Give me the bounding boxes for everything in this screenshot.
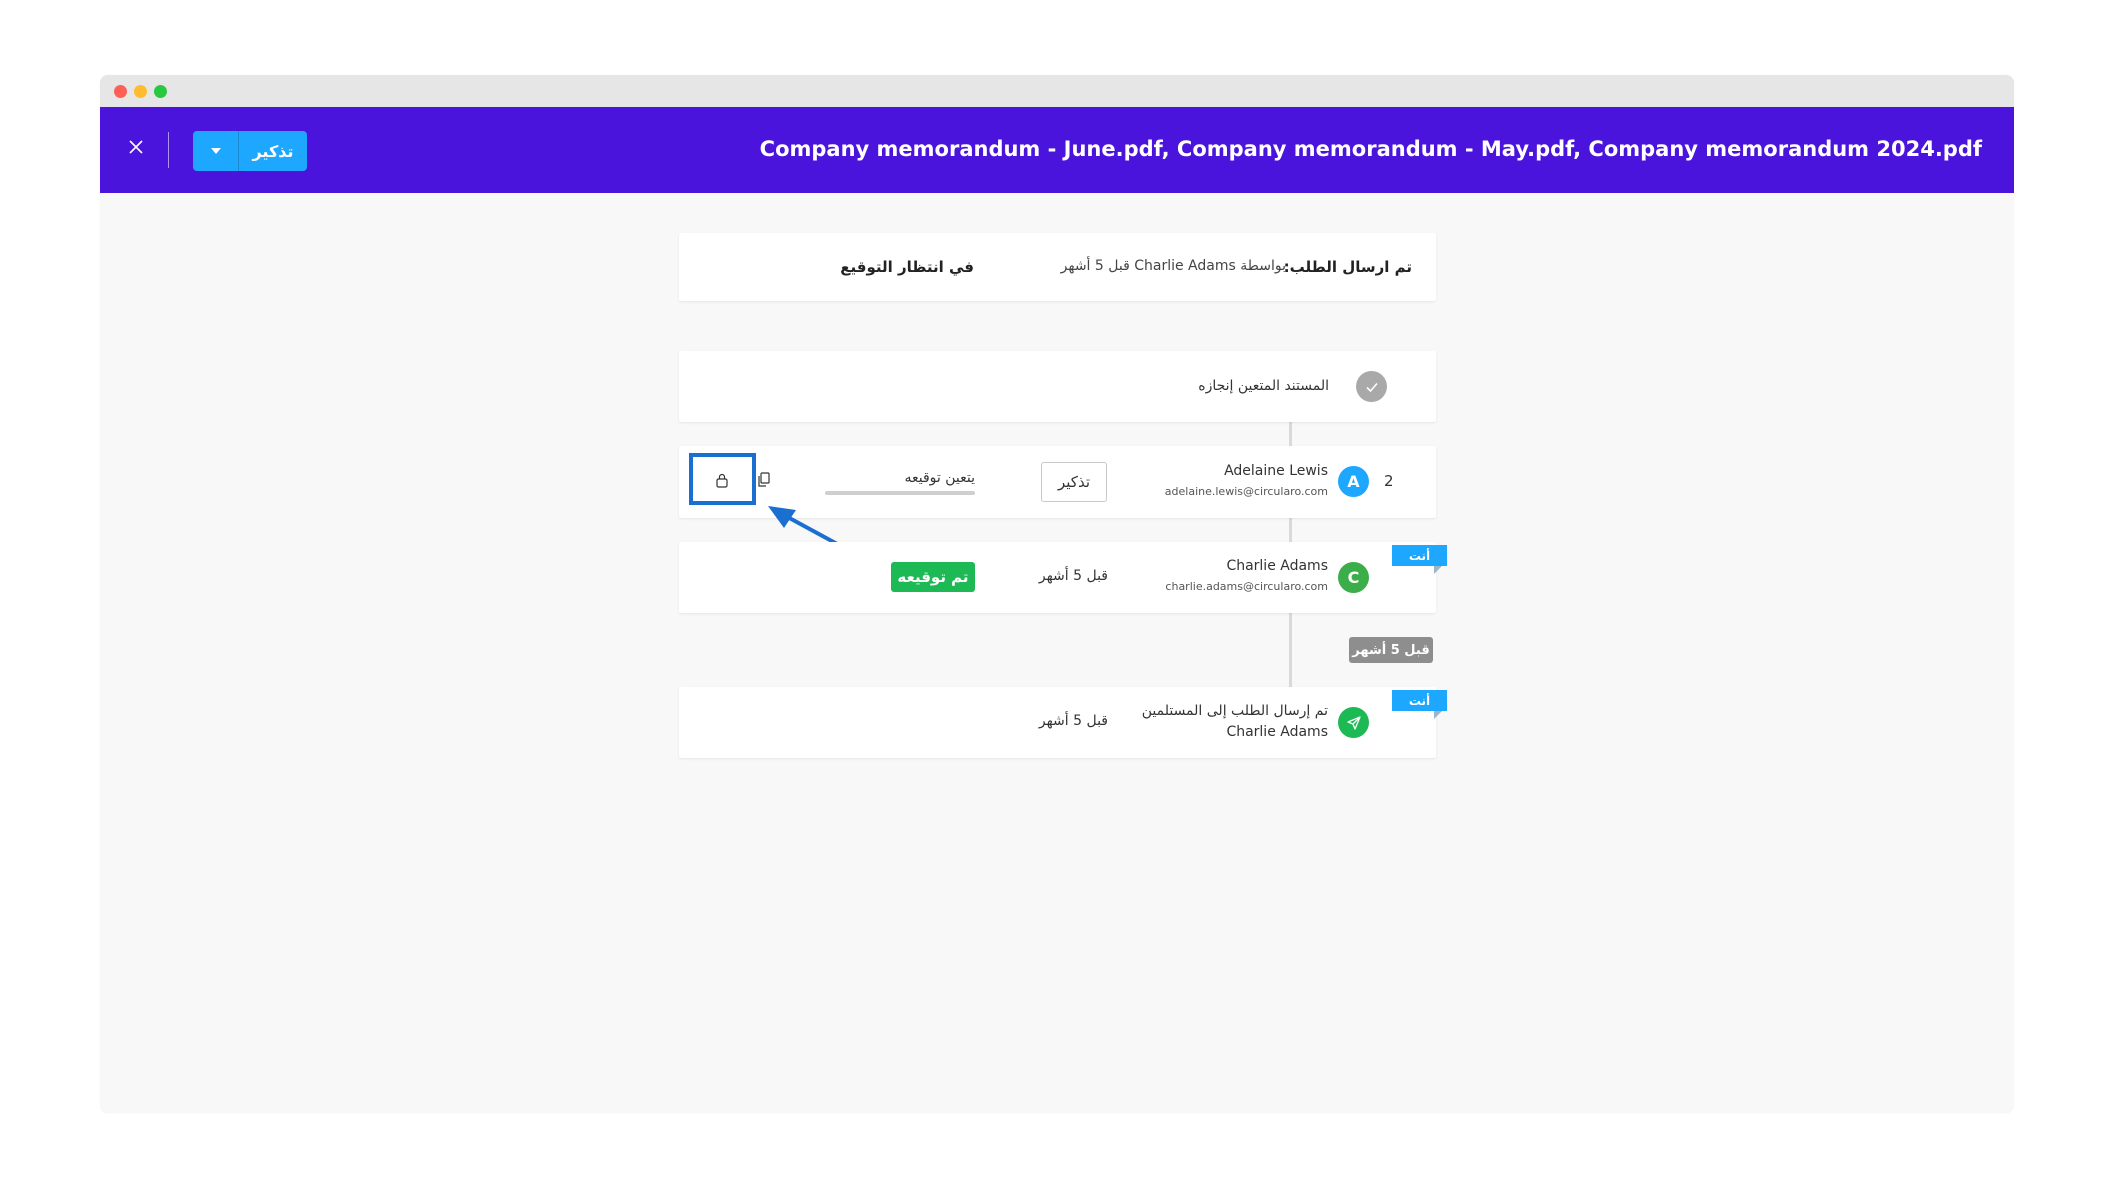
lock-icon-highlight <box>689 453 756 505</box>
request-summary-card: تم ارسال الطلب: بواسطة Charlie Adams قبل… <box>679 233 1436 301</box>
signer-order: 2 <box>1384 472 1394 490</box>
time-divider-pill: قبل 5 أشهر <box>1349 637 1433 663</box>
signing-progress-bar <box>825 491 975 495</box>
window-maximize-dot[interactable] <box>154 85 167 98</box>
remind-split-button: تذكير <box>193 131 307 171</box>
window-close-dot[interactable] <box>114 85 127 98</box>
signer-email: charlie.adams@circularo.com <box>1165 580 1328 593</box>
avatar: C <box>1338 562 1369 593</box>
signer-email: adelaine.lewis@circularo.com <box>1164 485 1328 498</box>
sent-event-time: قبل 5 أشهر <box>1038 713 1108 729</box>
check-icon <box>1356 371 1387 402</box>
header-divider <box>168 132 169 168</box>
remind-signer-button[interactable]: تذكير <box>1041 462 1107 502</box>
timeline-connector <box>1289 613 1292 687</box>
document-header: تذكير Company memorandum - June.pdf, Com… <box>100 107 2014 193</box>
signer-name: Adelaine Lewis <box>1224 463 1328 479</box>
timeline-connector <box>1289 518 1292 542</box>
signer-row-signed: C Charlie Adams charlie.adams@circularo.… <box>679 542 1436 613</box>
caret-down-icon <box>210 148 221 154</box>
signer-name: Charlie Adams <box>1226 558 1328 574</box>
sent-event-sender: Charlie Adams <box>1226 724 1328 740</box>
remind-button[interactable]: تذكير <box>239 131 307 171</box>
you-flag: أنت <box>1392 690 1447 719</box>
signing-status-label: يتعين توقيعه <box>904 470 975 486</box>
timeline-connector <box>1289 422 1292 446</box>
signed-time: قبل 5 أشهر <box>1038 568 1108 584</box>
timeline-event-request-sent: تم إرسال الطلب إلى المستلمين Charlie Ada… <box>679 687 1436 758</box>
sent-label: تم ارسال الطلب: <box>1283 258 1412 276</box>
signed-badge: تم توقيعه <box>891 562 975 592</box>
copy-icon[interactable] <box>757 472 773 490</box>
timeline-step-pending-document: المستند المتعين إنجازه <box>679 351 1436 422</box>
send-icon <box>1338 707 1369 738</box>
window-minimize-dot[interactable] <box>134 85 147 98</box>
you-flag: أنت <box>1392 545 1447 574</box>
request-status: في انتظار التوقيع <box>840 258 974 276</box>
remind-dropdown-toggle[interactable] <box>193 131 239 171</box>
close-icon[interactable] <box>124 137 148 161</box>
sent-event-label: تم إرسال الطلب إلى المستلمين <box>1141 703 1328 719</box>
sent-detail: بواسطة Charlie Adams قبل 5 أشهر <box>1060 258 1286 274</box>
avatar: A <box>1338 466 1369 497</box>
window-titlebar <box>100 75 2014 107</box>
document-title: Company memorandum - June.pdf, Company m… <box>759 137 1982 161</box>
pending-step-label: المستند المتعين إنجازه <box>1198 378 1329 394</box>
